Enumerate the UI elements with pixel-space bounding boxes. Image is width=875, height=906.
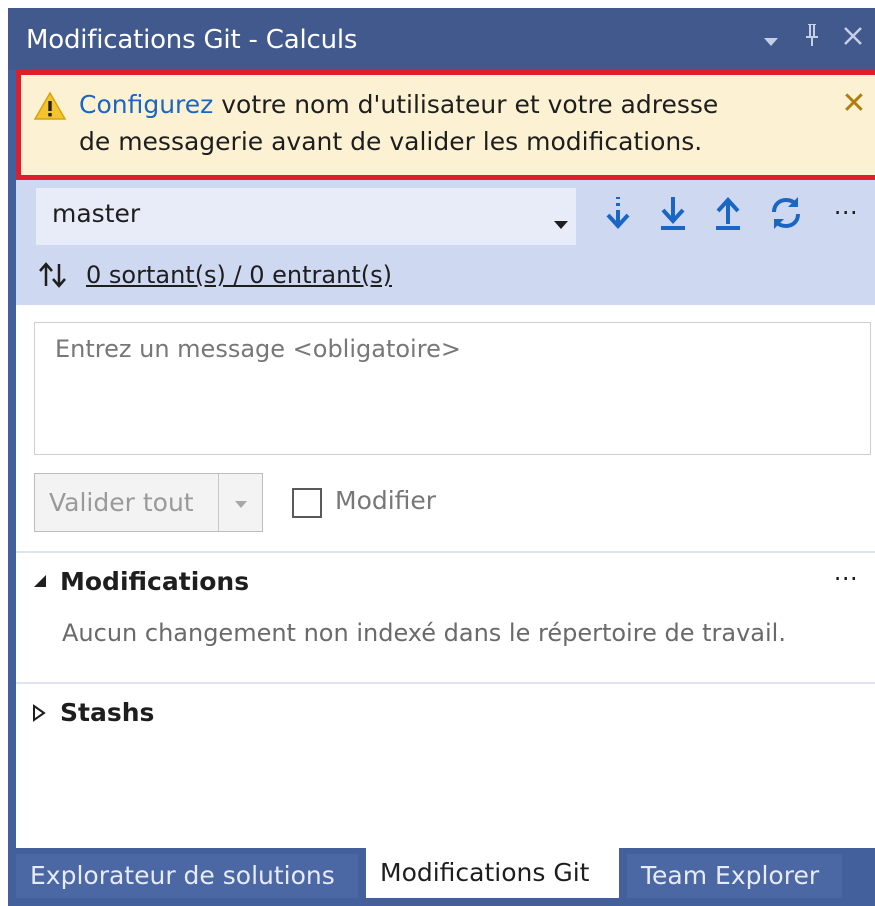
more-actions-button[interactable]: ⋯ xyxy=(824,192,868,236)
tab-solution-explorer[interactable]: Explorateur de solutions xyxy=(16,854,358,898)
fetch-button[interactable] xyxy=(596,190,640,240)
amend-checkbox[interactable] xyxy=(292,488,322,518)
changes-section-header[interactable]: Modifications xyxy=(60,565,249,599)
section-divider xyxy=(16,682,875,684)
push-button[interactable] xyxy=(706,190,750,240)
chevron-down-icon xyxy=(234,493,247,512)
infobar-close-button[interactable]: ✕ xyxy=(839,87,869,121)
menu-caret-icon[interactable] xyxy=(756,22,786,56)
config-warning-infobar: Configurez votre nom d'utilisateur et vo… xyxy=(16,70,875,180)
warning-icon xyxy=(33,91,67,121)
close-icon[interactable] xyxy=(838,22,868,56)
window-title: Modifications Git - Calculs xyxy=(26,25,358,55)
outgoing-incoming-link[interactable]: 0 sortant(s) / 0 entrant(s) xyxy=(86,260,392,290)
stashes-section-header[interactable]: Stashs xyxy=(60,696,154,730)
no-changes-message: Aucun changement non indexé dans le répe… xyxy=(62,619,786,647)
warning-message-line2: de messagerie avant de valider les modif… xyxy=(79,127,703,156)
branch-dropdown[interactable]: master xyxy=(36,188,576,245)
commit-all-button[interactable]: Valider tout xyxy=(35,474,219,531)
pull-icon xyxy=(659,195,687,235)
sync-icon xyxy=(769,195,803,235)
section-divider xyxy=(16,551,875,553)
branch-name: master xyxy=(52,199,141,228)
sync-arrows-icon xyxy=(38,261,68,289)
tool-window-tabs: Explorateur de solutions Modifications G… xyxy=(16,848,875,898)
commit-all-split-button: Valider tout xyxy=(34,473,263,532)
commit-message-input[interactable] xyxy=(34,322,871,455)
commit-options-dropdown[interactable] xyxy=(219,474,262,531)
pull-button[interactable] xyxy=(651,190,695,240)
fetch-icon xyxy=(606,195,630,235)
tab-git-changes[interactable]: Modifications Git xyxy=(366,848,619,898)
chevron-down-icon xyxy=(554,214,568,229)
pin-icon[interactable] xyxy=(797,22,827,56)
changes-more-button[interactable]: ⋯ xyxy=(824,561,868,599)
warning-message-line1: votre nom d'utilisateur et votre adresse xyxy=(213,90,719,119)
amend-label: Modifier xyxy=(335,486,437,515)
expanded-triangle-icon[interactable] xyxy=(32,573,50,591)
tab-team-explorer[interactable]: Team Explorer xyxy=(627,854,842,898)
window-title-bar[interactable]: Modifications Git - Calculs xyxy=(8,8,875,70)
git-changes-content: Configurez votre nom d'utilisateur et vo… xyxy=(16,70,875,848)
configure-link[interactable]: Configurez xyxy=(79,90,213,119)
warning-message: Configurez votre nom d'utilisateur et vo… xyxy=(79,86,799,160)
git-changes-window: Modifications Git - Calculs Configurez v xyxy=(8,8,875,906)
sync-button[interactable] xyxy=(764,190,808,240)
push-icon xyxy=(714,195,742,235)
branch-toolbar: master ⋯ 0 sortant(s) / 0 entrant(s) xyxy=(16,180,875,305)
collapsed-triangle-icon[interactable] xyxy=(32,704,50,722)
outgoing-incoming-row: 0 sortant(s) / 0 entrant(s) xyxy=(38,255,392,295)
